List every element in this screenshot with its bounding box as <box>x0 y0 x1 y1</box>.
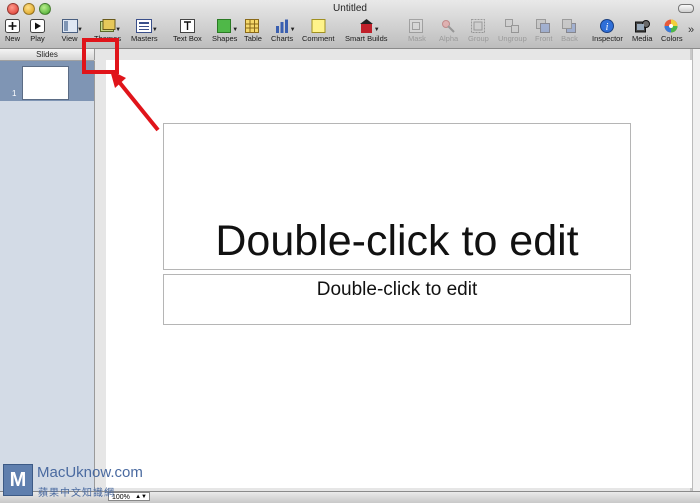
annotation-arrow <box>110 70 160 132</box>
